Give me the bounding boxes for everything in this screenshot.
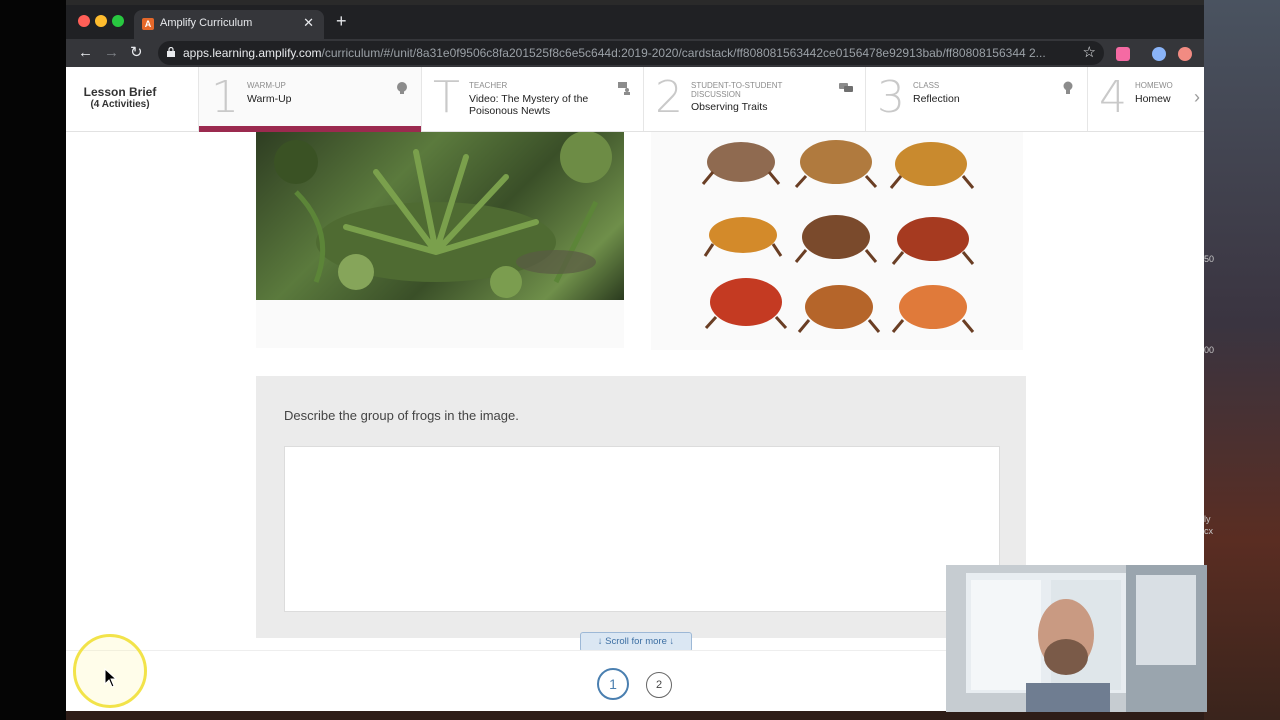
activity-name: Reflection bbox=[913, 93, 960, 105]
webcam-video-overlay bbox=[946, 565, 1207, 712]
activity-number: 1 bbox=[211, 72, 239, 123]
plus-icon[interactable]: + bbox=[336, 11, 347, 31]
close-window-button[interactable] bbox=[78, 15, 90, 27]
scroll-for-more-button[interactable]: ↓ Scroll for more ↓ bbox=[580, 632, 692, 652]
back-arrow-icon[interactable]: ← bbox=[78, 43, 93, 63]
activity-type: CLASS bbox=[913, 81, 940, 90]
scroll-label: Scroll for more bbox=[605, 636, 667, 647]
arrow-down-icon: ↓ bbox=[597, 636, 603, 647]
profile-avatar-icon[interactable] bbox=[1178, 47, 1192, 61]
desktop-fragment-text: cx bbox=[1204, 526, 1213, 536]
activity-reflection[interactable]: 3 CLASS Reflection bbox=[865, 67, 1088, 131]
activity-name: Warm-Up bbox=[247, 93, 292, 105]
activity-number: 2 bbox=[655, 72, 683, 123]
browser-toolbar: ← → ↻ apps.learning.amplify.com/curricul… bbox=[66, 39, 1204, 67]
head-icon bbox=[397, 82, 407, 94]
desktop-fragment-text: 50 bbox=[1204, 254, 1215, 264]
activity-type: HOMEWO bbox=[1135, 81, 1173, 90]
frogs-image-card bbox=[651, 132, 1023, 350]
activity-homework[interactable]: 4 HOMEWO Homew › bbox=[1087, 67, 1204, 131]
presenter-icon bbox=[618, 82, 630, 95]
chevron-right-icon[interactable]: › bbox=[1194, 87, 1200, 108]
rainforest-photo bbox=[256, 132, 624, 300]
chat-icon bbox=[839, 83, 853, 92]
activity-discussion[interactable]: 2 STUDENT-TO-STUDENT DISCUSSION Observin… bbox=[643, 67, 866, 131]
close-tab-icon[interactable]: ✕ bbox=[303, 15, 314, 31]
amplify-favicon-icon: A bbox=[142, 18, 154, 30]
page-1-button[interactable]: 1 bbox=[597, 668, 629, 700]
lesson-brief-button[interactable]: Lesson Brief (4 Activities) bbox=[66, 67, 174, 131]
lesson-navigation: Lesson Brief (4 Activities) 1 WARM-UP Wa… bbox=[66, 67, 1204, 132]
activity-teacher-video[interactable]: T TEACHER Video: The Mystery of the Pois… bbox=[421, 67, 644, 131]
desktop-fragment-text: ly bbox=[1204, 514, 1211, 524]
maximize-window-button[interactable] bbox=[112, 15, 124, 27]
activity-type: TEACHER bbox=[469, 81, 508, 90]
tab-title: Amplify Curriculum bbox=[160, 17, 253, 29]
frog-group-image bbox=[701, 140, 975, 333]
lightbulb-icon bbox=[1063, 81, 1073, 94]
extension-icon[interactable] bbox=[1116, 47, 1130, 61]
activity-number: 4 bbox=[1099, 72, 1127, 123]
minimize-window-button[interactable] bbox=[95, 15, 107, 27]
arrow-down-icon: ↓ bbox=[669, 636, 675, 647]
activity-type: WARM-UP bbox=[247, 81, 286, 90]
extension-icon[interactable] bbox=[1152, 47, 1166, 61]
desktop-left-edge bbox=[0, 0, 66, 720]
tab-strip: A Amplify Curriculum ✕ + bbox=[66, 5, 1204, 39]
activity-name: Observing Traits bbox=[691, 101, 768, 113]
page-2-button[interactable]: 2 bbox=[646, 672, 672, 698]
answer-textarea[interactable] bbox=[284, 446, 1000, 612]
activity-warm-up[interactable]: 1 WARM-UP Warm-Up bbox=[199, 67, 422, 132]
question-panel: Describe the group of frogs in the image… bbox=[256, 376, 1026, 638]
activity-name: Video: The Mystery of the Poisonous Newt… bbox=[469, 93, 589, 117]
activity-number: 3 bbox=[877, 72, 905, 123]
activity-type: STUDENT-TO-STUDENT DISCUSSION bbox=[691, 81, 783, 99]
forward-arrow-icon[interactable]: → bbox=[104, 43, 119, 63]
lesson-brief-count: (4 Activities) bbox=[90, 99, 150, 110]
desktop-fragment-text: 00 bbox=[1204, 345, 1215, 355]
rainforest-image-card bbox=[256, 132, 624, 348]
mouse-pointer-icon bbox=[104, 668, 118, 688]
url-host: apps.learning.amplify.com bbox=[183, 46, 322, 60]
question-prompt: Describe the group of frogs in the image… bbox=[284, 408, 519, 423]
activity-number: T bbox=[433, 72, 460, 123]
reload-icon[interactable]: ↻ bbox=[130, 43, 143, 63]
address-bar[interactable]: apps.learning.amplify.com/curriculum/#/u… bbox=[158, 41, 1104, 65]
lock-icon bbox=[167, 47, 175, 57]
url-text: apps.learning.amplify.com/curriculum/#/u… bbox=[183, 46, 1063, 60]
url-path: /curriculum/#/unit/8a31e0f9506c8fa201525… bbox=[321, 46, 1046, 60]
activity-name: Homew bbox=[1135, 93, 1171, 105]
browser-tab[interactable]: A Amplify Curriculum ✕ bbox=[134, 10, 324, 39]
desktop-right-edge bbox=[1204, 0, 1280, 720]
nav-divider bbox=[174, 67, 199, 131]
bookmark-star-icon[interactable]: ☆ bbox=[1083, 43, 1096, 61]
lesson-brief-title: Lesson Brief bbox=[83, 85, 157, 99]
